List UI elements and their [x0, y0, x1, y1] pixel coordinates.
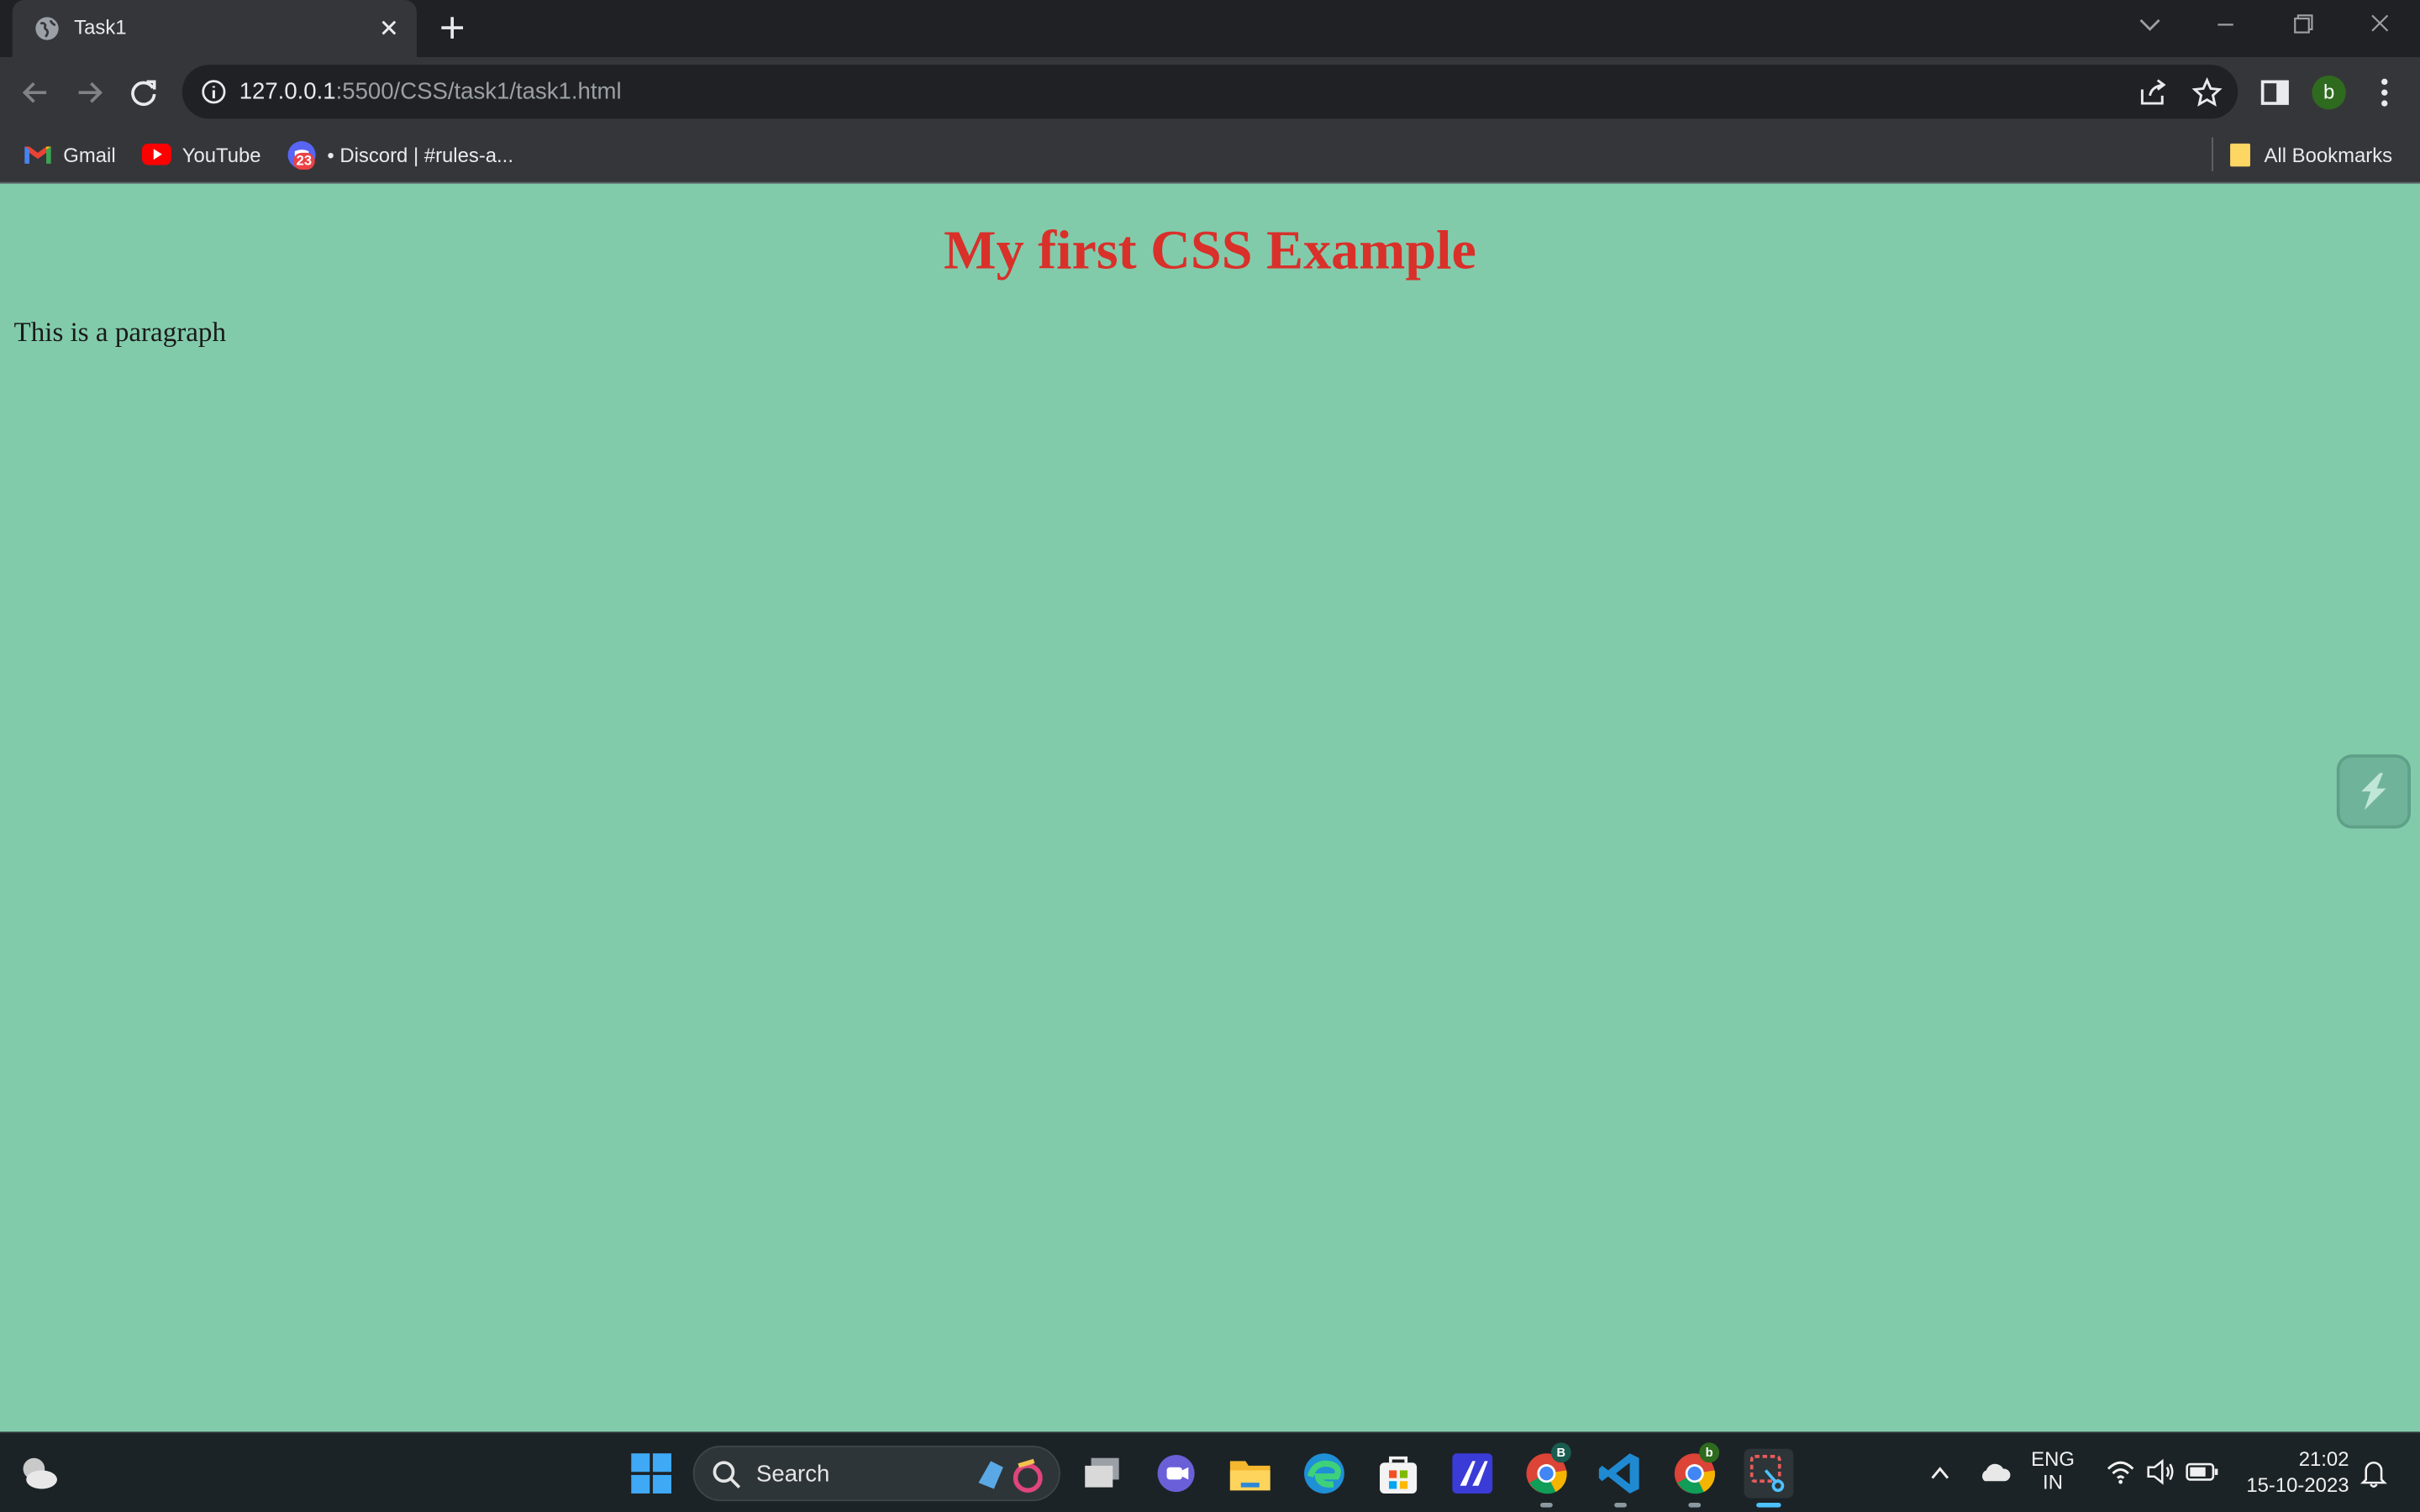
url-path: :5500/CSS/task1/task1.html	[335, 78, 622, 105]
volume-icon[interactable]	[2145, 1458, 2176, 1486]
app-icon	[1452, 1453, 1493, 1494]
running-indicator	[1614, 1502, 1627, 1508]
taskbar-chrome-1[interactable]: B	[1522, 1442, 1571, 1508]
minimize-icon[interactable]	[2207, 9, 2244, 40]
windows-taskbar: Search B b ENG IN 21:02 15-10-2023	[0, 1431, 2420, 1512]
tab-strip: Task1	[0, 0, 2420, 57]
chat-icon	[1157, 1455, 1195, 1493]
taskbar-snipping-tool[interactable]	[1744, 1448, 1794, 1508]
page-heading: My first CSS Example	[944, 218, 1476, 281]
profile-avatar[interactable]: b	[2312, 76, 2346, 110]
taskbar-task-view[interactable]	[1079, 1449, 1128, 1499]
taskbar-store[interactable]	[1374, 1449, 1423, 1499]
task-view-icon	[1085, 1457, 1119, 1488]
extension-icon	[2361, 773, 2386, 811]
snipping-tool-icon	[1749, 1455, 1785, 1493]
battery-icon[interactable]	[2186, 1461, 2219, 1483]
profile-badge: b	[1699, 1442, 1720, 1463]
bookmark-label: Gmail	[63, 142, 116, 166]
taskbar-app[interactable]	[1448, 1449, 1497, 1499]
running-indicator	[1688, 1502, 1702, 1508]
all-bookmarks-button[interactable]: All Bookmarks	[2228, 137, 2392, 171]
close-tab-icon[interactable]	[376, 15, 401, 39]
bookmark-youtube[interactable]: YouTube	[141, 137, 261, 171]
youtube-icon	[141, 143, 171, 165]
notification-badge: 23	[292, 151, 315, 170]
bookmarks-bar: Gmail YouTube 23 • Discord | #rules-a...	[0, 126, 2420, 184]
taskbar-search[interactable]: Search	[692, 1446, 1060, 1502]
weather-icon[interactable]	[14, 1449, 64, 1499]
taskbar-edge[interactable]	[1300, 1449, 1349, 1499]
page-paragraph: This is a paragraph	[13, 316, 226, 348]
bookmark-discord[interactable]: 23 • Discord | #rules-a...	[287, 137, 513, 171]
tab-title: Task1	[74, 15, 127, 39]
show-hidden-icons-icon[interactable]	[1928, 1461, 1952, 1485]
bookmark-star-icon[interactable]	[2191, 76, 2223, 108]
search-label: Search	[756, 1461, 830, 1488]
gmail-icon	[24, 146, 51, 164]
vscode-icon	[1598, 1453, 1639, 1494]
folder-icon	[1229, 1461, 1270, 1491]
clock[interactable]: 21:02 15-10-2023	[2238, 1446, 2349, 1498]
bookmark-label: YouTube	[182, 142, 261, 166]
store-icon	[1380, 1456, 1418, 1494]
url-host: 127.0.0.1	[239, 78, 336, 105]
clock-time: 21:02	[2298, 1446, 2349, 1471]
region-code: IN	[2043, 1470, 2063, 1494]
edge-icon	[1304, 1453, 1344, 1494]
start-icon[interactable]	[627, 1449, 676, 1499]
share-icon[interactable]	[2138, 77, 2169, 108]
back-icon[interactable]	[18, 76, 52, 109]
address-bar[interactable]: 127.0.0.1:5500/CSS/task1/task1.html	[182, 65, 2238, 119]
close-window-icon[interactable]	[2361, 9, 2398, 40]
search-highlight-icon	[978, 1458, 1043, 1494]
language-indicator[interactable]: ENG IN	[2031, 1447, 2075, 1494]
taskbar-chrome-2[interactable]: b	[1670, 1442, 1720, 1508]
reload-icon[interactable]	[127, 76, 160, 109]
bookmark-label: • Discord | #rules-a...	[327, 142, 513, 166]
running-indicator	[1540, 1502, 1553, 1508]
discord-icon: 23	[287, 139, 317, 170]
browser-toolbar: 127.0.0.1:5500/CSS/task1/task1.html b	[0, 56, 2420, 127]
restore-icon[interactable]	[2284, 9, 2321, 40]
profile-badge: B	[1550, 1442, 1571, 1463]
side-panel-icon[interactable]	[2258, 76, 2291, 109]
tab-search-icon[interactable]	[2132, 9, 2169, 40]
new-tab-icon[interactable]	[437, 13, 468, 44]
taskbar-teams[interactable]	[1151, 1449, 1201, 1499]
browser-tab[interactable]: Task1	[12, 0, 417, 57]
bookmark-gmail[interactable]: Gmail	[24, 137, 116, 171]
onedrive-icon[interactable]	[1977, 1458, 2011, 1486]
taskbar-file-explorer[interactable]	[1225, 1449, 1275, 1499]
language-code: ENG	[2031, 1446, 2075, 1471]
floating-extension-button[interactable]	[2336, 754, 2411, 829]
all-bookmarks-label: All Bookmarks	[2264, 142, 2393, 166]
folder-icon	[2230, 143, 2250, 167]
clock-date: 15-10-2023	[2246, 1473, 2349, 1497]
forward-icon[interactable]	[72, 76, 106, 109]
wifi-icon[interactable]	[2105, 1458, 2136, 1486]
search-icon	[713, 1461, 741, 1488]
site-info-icon[interactable]	[201, 79, 227, 105]
active-indicator	[1756, 1502, 1781, 1508]
page-viewport: My first CSS Example This is a paragraph	[0, 183, 2420, 1432]
url-text: 127.0.0.1:5500/CSS/task1/task1.html	[239, 79, 622, 105]
notifications-icon[interactable]	[2360, 1458, 2387, 1489]
screen: Task1 127.0.0.1:5500/CSS/task1/task1.htm…	[0, 0, 2420, 1512]
bookmarks-separator	[2212, 137, 2213, 171]
globe-icon	[35, 17, 59, 40]
more-menu-icon[interactable]	[2368, 76, 2402, 109]
taskbar-vscode[interactable]	[1596, 1449, 1645, 1508]
